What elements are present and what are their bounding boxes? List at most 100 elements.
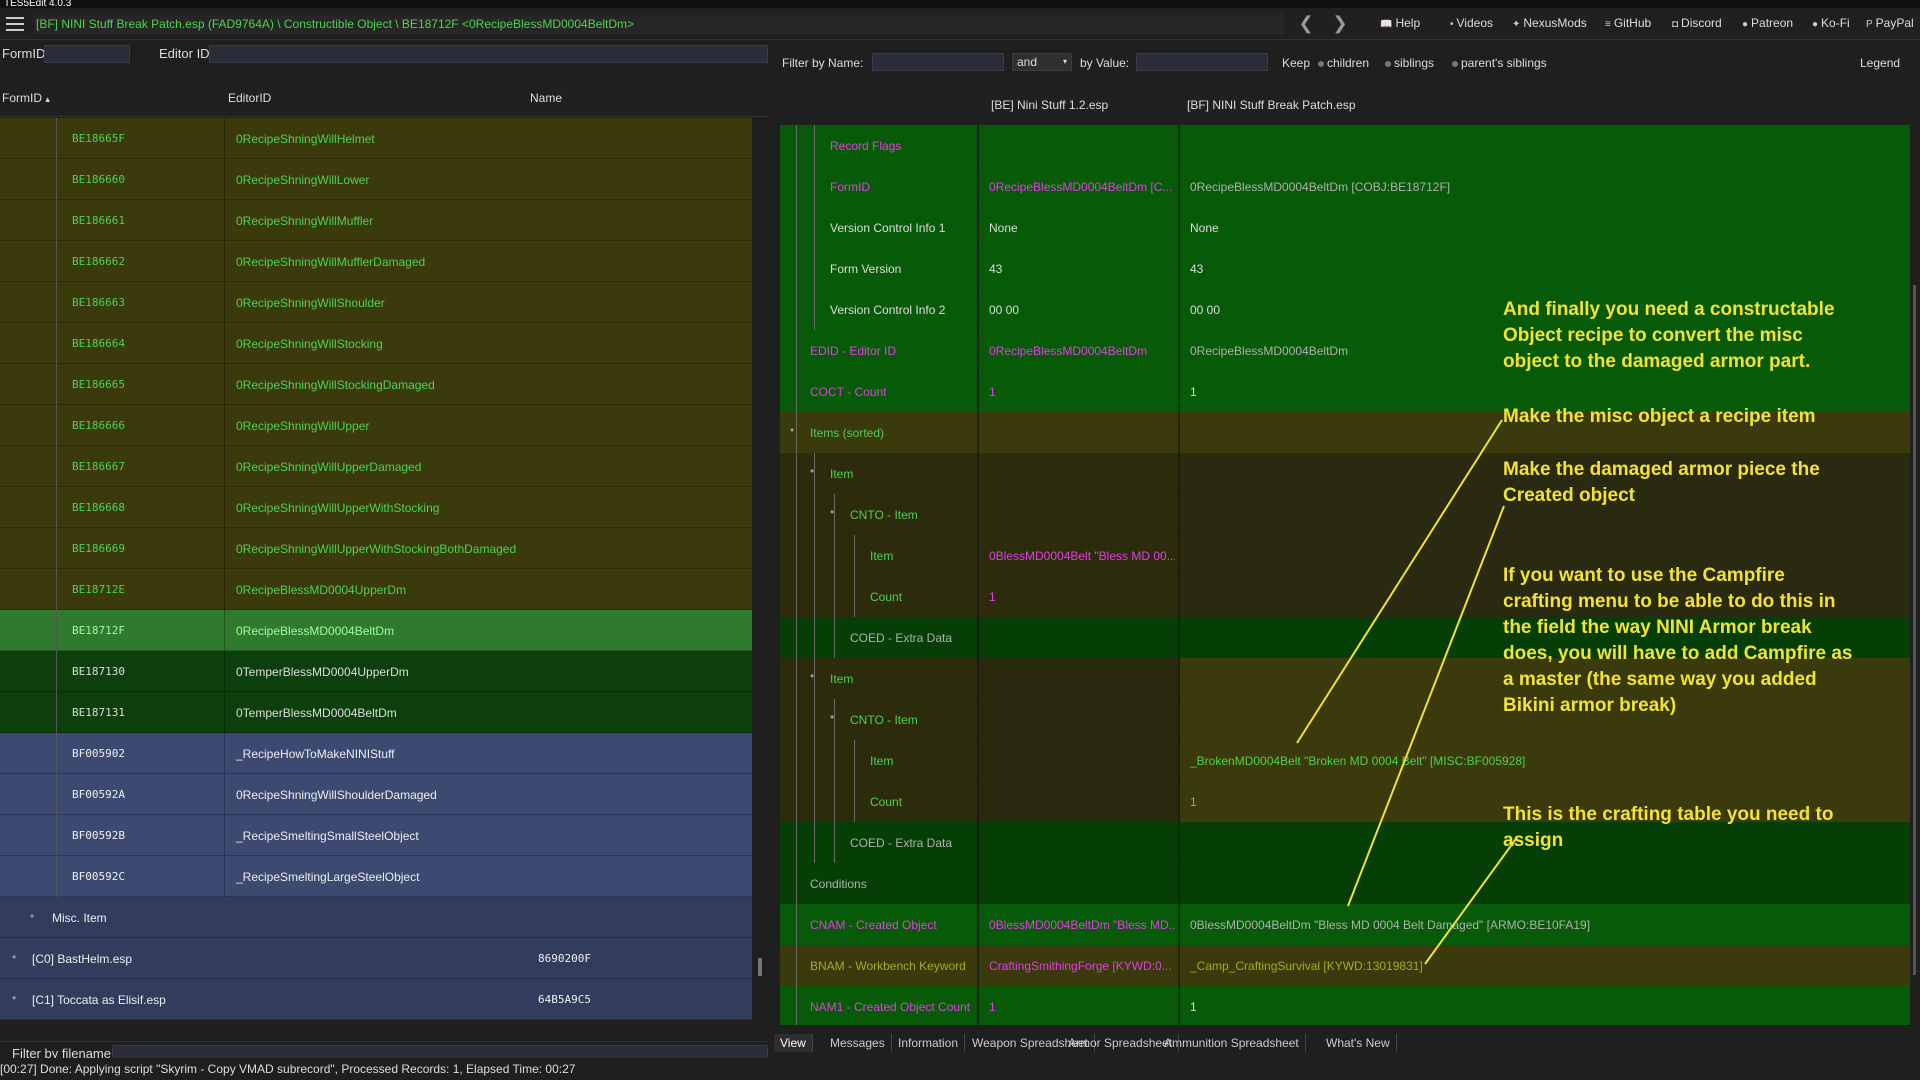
master-value-cell[interactable]: 43 [979,248,1179,289]
collapse-toggle-icon[interactable]: • [810,464,814,478]
field-row[interactable]: Record Flags [780,125,1910,166]
patch-value-cell[interactable]: 0RecipeBlessMD0004BeltDm [COBJ:BE18712F] [1180,166,1910,207]
patch-value-cell[interactable]: _BrokenMD0004Belt "Broken MD 0004 Belt" … [1180,740,1910,781]
forward-arrow-icon[interactable]: ❯ [1330,12,1350,34]
patch-value-cell[interactable]: 43 [1180,248,1910,289]
expand-icon[interactable]: • [12,950,16,964]
tab-ammunition-spreadsheet[interactable]: Ammunition Spreadsheet [1158,1034,1306,1052]
master-value-cell[interactable]: 0BlessMD0004Belt "Bless MD 00... [979,535,1179,576]
master-value-cell[interactable] [979,863,1179,904]
record-row[interactable]: BE186664 0RecipeShningWillStocking [0,323,752,364]
filter-by-value-input[interactable] [1136,53,1268,71]
master-value-cell[interactable] [979,658,1179,699]
record-row[interactable]: BE187130 0TemperBlessMD0004UpperDm [0,651,752,692]
master-value-cell[interactable]: None [979,207,1179,248]
master-value-cell[interactable]: 1 [979,371,1179,412]
record-row[interactable]: BF00592A 0RecipeShningWillShoulderDamaged [0,774,752,815]
github-link[interactable]: ≡ GitHub [1605,12,1651,34]
patch-value-cell[interactable]: 1 [1180,986,1910,1025]
discord-link[interactable]: ◘ Discord [1672,12,1722,34]
paypal-link[interactable]: P PayPal [1866,12,1914,34]
collapse-toggle-icon[interactable]: • [810,669,814,683]
master-value-cell[interactable] [979,125,1179,166]
master-value-cell[interactable]: 1 [979,576,1179,617]
field-row[interactable]: Conditions [780,863,1910,904]
master-value-cell[interactable]: 0BlessMD0004BeltDm "Bless MD... [979,904,1179,945]
master-value-cell[interactable] [979,699,1179,740]
master-value-cell[interactable]: 1 [979,986,1179,1025]
legend-button[interactable]: Legend [1860,56,1900,70]
tab-view[interactable]: View [774,1034,813,1052]
formid-filter-input[interactable] [44,45,130,63]
patch-value-cell[interactable] [1180,125,1910,166]
record-path-bar[interactable]: [BF] NINI Stuff Break Patch.esp (FAD9764… [34,13,1284,35]
editorid-filter-input[interactable] [209,45,768,63]
patch-value-cell[interactable]: 0BlessMD0004BeltDm "Bless MD 0004 Belt D… [1180,904,1910,945]
tab-messages[interactable]: Messages [824,1034,892,1052]
column-master-plugin[interactable]: [BE] Nini Stuff 1.2.esp [991,98,1108,112]
field-row[interactable]: NAM1 - Created Object Count 1 1 [780,986,1910,1025]
collapse-toggle-icon[interactable]: • [830,505,834,519]
expand-icon[interactable]: • [12,991,16,1005]
record-row[interactable]: BE186668 0RecipeShningWillUpperWithStocki… [0,487,752,528]
field-row[interactable]: Version Control Info 1 None None [780,207,1910,248]
record-row[interactable]: BE186662 0RecipeShningWillMufflerDamaged [0,241,752,282]
keep-siblings-checkbox[interactable]: siblings [1385,56,1434,70]
filter-operator-select[interactable]: and ▾ [1012,53,1072,71]
record-row[interactable]: BE186661 0RecipeShningWillMuffler [0,200,752,241]
column-patch-plugin[interactable]: [BF] NINI Stuff Break Patch.esp [1187,98,1356,112]
plugin-row[interactable]: • [C1] Toccata as Elisif.esp 64B5A9C5 [0,979,752,1020]
left-scrollbar[interactable] [754,118,766,1060]
nexusmods-link[interactable]: ✦ NexusMods [1512,12,1587,34]
master-value-cell[interactable]: 00 00 [979,289,1179,330]
right-scrollbar-thumb[interactable] [1913,285,1916,975]
tab-information[interactable]: Information [892,1034,966,1052]
master-value-cell[interactable]: CraftingSmithingForge [KYWD:0... [979,945,1179,986]
master-value-cell[interactable]: 0RecipeBlessMD0004BeltDm [C... [979,166,1179,207]
hamburger-menu-icon[interactable] [6,17,24,31]
record-row[interactable]: BE186663 0RecipeShningWillShoulder [0,282,752,323]
record-row[interactable]: BE186667 0RecipeShningWillUpperDamaged [0,446,752,487]
column-formid[interactable]: FormID ▴ [2,91,50,105]
plugin-row[interactable]: • [C0] BastHelm.esp 8690200F [0,938,752,979]
collapse-toggle-icon[interactable]: • [830,710,834,724]
patch-value-cell[interactable]: None [1180,207,1910,248]
master-value-cell[interactable] [979,453,1179,494]
record-row[interactable]: BE186666 0RecipeShningWillUpper [0,405,752,446]
master-value-cell[interactable]: 0RecipeBlessMD0004BeltDm [979,330,1179,371]
record-row[interactable]: BE186660 0RecipeShningWillLower [0,159,752,200]
record-row[interactable]: BF00592B _RecipeSmeltingSmallSteelObject [0,815,752,856]
expand-icon[interactable]: • [30,909,34,923]
patch-value-cell[interactable]: _Camp_CraftingSurvival [KYWD:13019831] [1180,945,1910,986]
collapse-toggle-icon[interactable]: • [790,423,794,437]
record-row[interactable]: BE18712E 0RecipeBlessMD0004UpperDm [0,569,752,610]
filter-by-name-input[interactable] [872,53,1004,71]
master-value-cell[interactable] [979,617,1179,658]
record-row[interactable]: BF00592C _RecipeSmeltingLargeSteelObject [0,856,752,897]
master-value-cell[interactable] [979,740,1179,781]
master-value-cell[interactable] [979,412,1179,453]
back-arrow-icon[interactable]: ❮ [1296,12,1316,34]
help-link[interactable]: 📖 Help [1380,12,1420,34]
record-row[interactable]: BE18712F 0RecipeBlessMD0004BeltDm [0,610,752,651]
tab-what-s-new[interactable]: What's New [1320,1034,1397,1052]
right-scrollbar[interactable] [1910,125,1920,1025]
field-row[interactable]: FormID 0RecipeBlessMD0004BeltDm [C... 0Rec… [780,166,1910,207]
field-row[interactable]: Item _BrokenMD0004Belt "Broken MD 0004 Be… [780,740,1910,781]
left-scrollbar-thumb[interactable] [758,958,762,976]
kofi-link[interactable]: ● Ko-Fi [1812,12,1850,34]
record-row[interactable]: BE187131 0TemperBlessMD0004BeltDm [0,692,752,733]
record-row[interactable]: BE186665 0RecipeShningWillStockingDamaged [0,364,752,405]
column-editorid[interactable]: EditorID [228,91,271,105]
field-row[interactable]: Form Version 43 43 [780,248,1910,289]
column-name[interactable]: Name [530,91,562,105]
record-row[interactable]: BE18665F 0RecipeShningWillHelmet [0,118,752,159]
field-row[interactable]: BNAM - Workbench Keyword CraftingSmithing… [780,945,1910,986]
master-value-cell[interactable] [979,781,1179,822]
patreon-link[interactable]: ● Patreon [1742,12,1793,34]
videos-link[interactable]: • Videos [1450,12,1493,34]
field-row[interactable]: CNAM - Created Object 0BlessMD0004BeltDm … [780,904,1910,945]
group-row-misc-item[interactable]: • Misc. Item [0,897,752,938]
keep-parents-siblings-checkbox[interactable]: parent's siblings [1452,56,1547,70]
patch-value-cell[interactable] [1180,863,1910,904]
